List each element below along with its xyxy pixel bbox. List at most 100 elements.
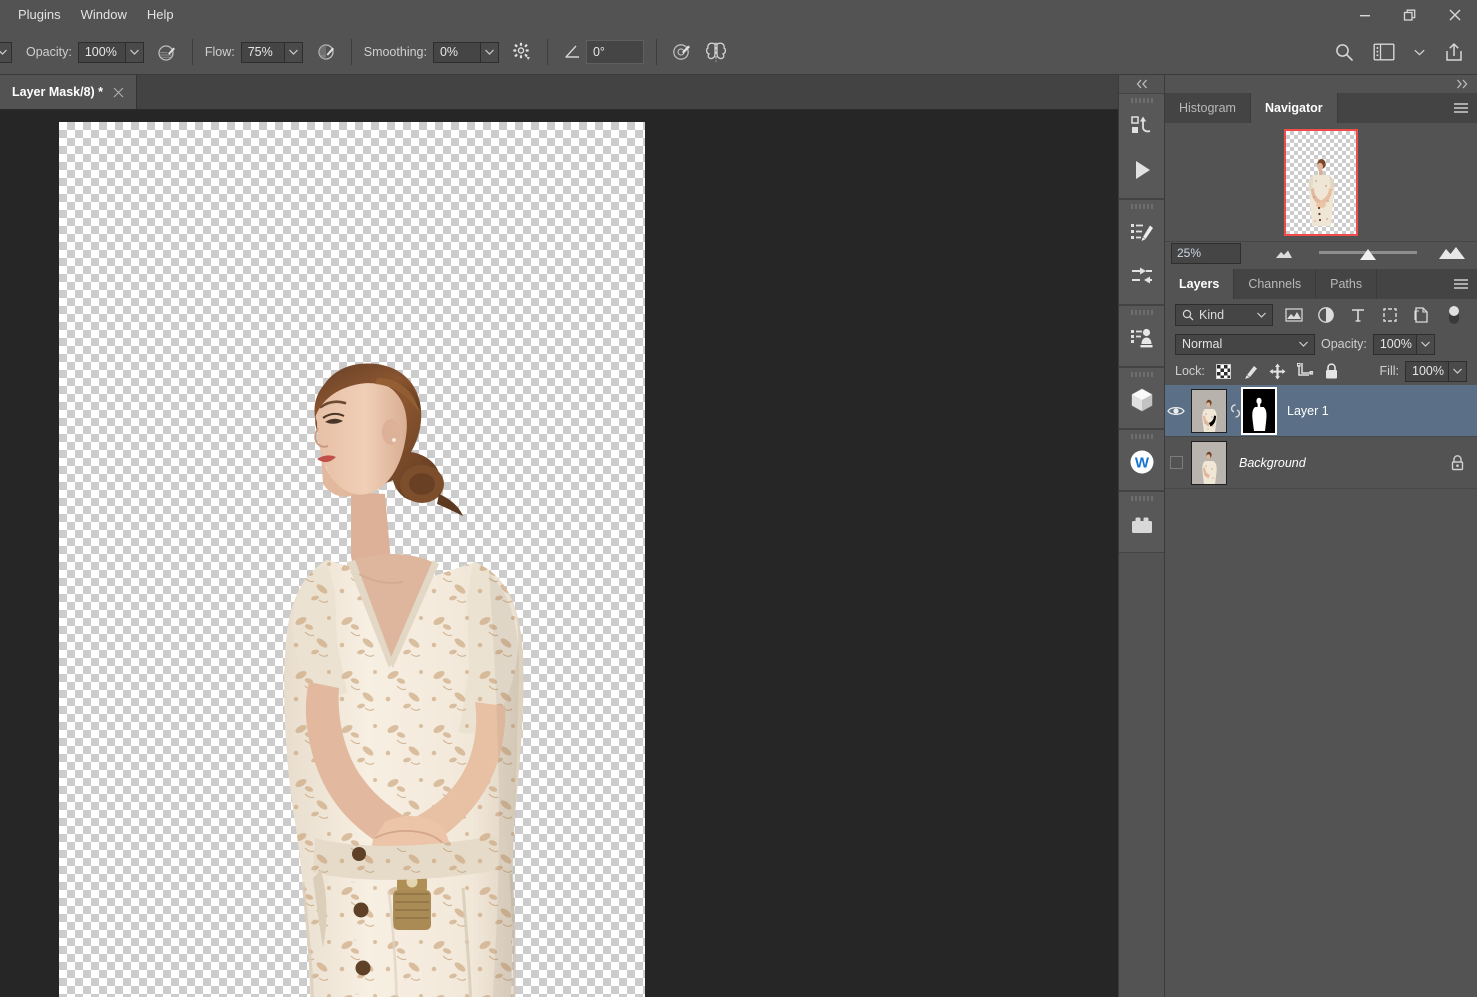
lock-position-icon[interactable]: [1267, 360, 1289, 382]
brush-preset-combo-partial[interactable]: [0, 42, 12, 63]
menu-item-help[interactable]: Help: [137, 3, 184, 27]
layer-name[interactable]: Background: [1239, 456, 1450, 470]
filter-adjustment-icon[interactable]: [1313, 303, 1339, 327]
angle-input[interactable]: 0°: [586, 40, 644, 64]
opacity-input[interactable]: 100%: [78, 42, 126, 63]
chevron-down-icon[interactable]: [285, 42, 303, 63]
chevron-down-icon[interactable]: [1417, 334, 1435, 355]
adjustments-icon[interactable]: [1119, 254, 1164, 298]
airbrush-icon[interactable]: [313, 39, 339, 65]
filter-shape-icon[interactable]: [1377, 303, 1403, 327]
chevron-down-icon[interactable]: [481, 42, 499, 63]
layer-visibility-toggle[interactable]: [1165, 405, 1187, 417]
play-action-icon[interactable]: [1119, 148, 1164, 192]
tab-layers[interactable]: Layers: [1165, 269, 1234, 299]
rail-group-3d: [1119, 367, 1164, 429]
chevron-down-icon[interactable]: [1411, 39, 1427, 65]
layer-thumbnail[interactable]: [1191, 389, 1227, 433]
eye-off-icon: [1170, 456, 1183, 469]
brush-angle-icon[interactable]: [560, 39, 586, 65]
layer-mask-link-icon[interactable]: [1227, 402, 1243, 420]
menu-bar: Plugins Window Help: [0, 0, 1477, 30]
zoom-in-icon[interactable]: [1437, 246, 1467, 260]
rail-grip[interactable]: [1119, 368, 1164, 378]
chevron-down-icon[interactable]: [1299, 341, 1308, 347]
zoom-level-input[interactable]: 25%: [1171, 243, 1241, 264]
zoom-out-icon[interactable]: [1273, 249, 1295, 259]
collapse-panels-button[interactable]: [1119, 75, 1164, 93]
chevron-down-icon[interactable]: [126, 42, 144, 63]
rail-grip[interactable]: [1119, 306, 1164, 316]
close-icon[interactable]: [113, 87, 124, 98]
search-icon[interactable]: [1331, 39, 1357, 65]
document-tab[interactable]: Layer Mask/8) *: [0, 75, 137, 109]
symmetry-butterfly-icon[interactable]: [703, 39, 729, 65]
3d-cube-icon[interactable]: [1119, 378, 1164, 422]
table-row[interactable]: Layer 1: [1165, 385, 1477, 437]
document-canvas[interactable]: [59, 122, 645, 997]
fill-input[interactable]: 100%: [1405, 361, 1449, 382]
layer-opacity-input[interactable]: 100%: [1373, 334, 1417, 355]
opacity-combo[interactable]: 100%: [78, 42, 144, 63]
flow-input[interactable]: 75%: [241, 42, 285, 63]
tab-navigator[interactable]: Navigator: [1251, 93, 1338, 123]
lock-all-icon[interactable]: [1321, 360, 1343, 382]
tab-channels[interactable]: Channels: [1234, 269, 1316, 299]
layer-locked-icon[interactable]: [1450, 454, 1465, 471]
zoom-slider[interactable]: [1259, 242, 1477, 266]
blend-mode-select[interactable]: Normal: [1175, 334, 1315, 355]
filter-smart-object-icon[interactable]: [1409, 303, 1435, 327]
workspace-panel-icon[interactable]: [1371, 39, 1397, 65]
layer-opacity-combo[interactable]: 100%: [1373, 334, 1435, 355]
tablet-pressure-icon[interactable]: [669, 39, 695, 65]
chevron-down-icon[interactable]: [1449, 361, 1467, 382]
menu-item-plugins[interactable]: Plugins: [8, 3, 71, 27]
chevron-down-icon[interactable]: [1257, 312, 1266, 318]
filter-toggle-icon[interactable]: [1441, 303, 1467, 327]
menu-item-window[interactable]: Window: [71, 3, 137, 27]
layer-kind-filter[interactable]: Kind: [1175, 304, 1273, 326]
layer-thumbnail[interactable]: [1191, 441, 1227, 485]
tab-histogram[interactable]: Histogram: [1165, 93, 1251, 123]
flow-combo[interactable]: 75%: [241, 42, 303, 63]
close-button[interactable]: [1432, 0, 1477, 30]
restore-button[interactable]: [1387, 0, 1432, 30]
libraries-icon[interactable]: [1119, 502, 1164, 546]
rail-grip[interactable]: [1119, 430, 1164, 440]
rail-grip[interactable]: [1119, 492, 1164, 502]
wacom-w-icon[interactable]: W: [1119, 440, 1164, 484]
lock-image-pixels-icon[interactable]: [1240, 360, 1262, 382]
navigator-preview[interactable]: [1165, 123, 1477, 241]
navigator-thumbnail: [1286, 131, 1356, 234]
expand-panels-button[interactable]: [1165, 75, 1477, 93]
svg-text:W: W: [1134, 455, 1149, 472]
clone-source-icon[interactable]: [1119, 316, 1164, 360]
opacity-label: Opacity:: [26, 45, 72, 59]
fill-combo[interactable]: 100%: [1405, 361, 1467, 382]
rail-grip[interactable]: [1119, 200, 1164, 210]
canvas-area[interactable]: [0, 110, 1118, 997]
rail-group-history: [1119, 93, 1164, 199]
smoothing-input[interactable]: 0%: [433, 42, 481, 63]
filter-pixel-icon[interactable]: [1281, 303, 1307, 327]
rail-grip[interactable]: [1119, 94, 1164, 104]
tab-paths[interactable]: Paths: [1316, 269, 1377, 299]
navigator-panel-menu-icon[interactable]: [1453, 93, 1469, 123]
brush-settings-icon[interactable]: [1119, 210, 1164, 254]
lock-row: Lock:: [1165, 357, 1477, 385]
smoothing-combo[interactable]: 0%: [433, 42, 499, 63]
filter-type-icon[interactable]: [1345, 303, 1371, 327]
layer-name[interactable]: Layer 1: [1287, 404, 1477, 418]
opacity-pressure-icon[interactable]: [154, 39, 180, 65]
lock-artboard-nesting-icon[interactable]: [1294, 360, 1316, 382]
layer-mask-thumbnail[interactable]: [1243, 389, 1275, 433]
layers-panel-menu-icon[interactable]: [1453, 269, 1469, 299]
minimize-button[interactable]: [1342, 0, 1387, 30]
zoom-slider-handle[interactable]: [1359, 248, 1377, 261]
history-actions-icon[interactable]: [1119, 104, 1164, 148]
share-export-icon[interactable]: [1441, 39, 1467, 65]
smoothing-options-gear-icon[interactable]: [509, 39, 535, 65]
lock-transparent-pixels-icon[interactable]: [1213, 360, 1235, 382]
layer-visibility-toggle[interactable]: [1165, 456, 1187, 469]
table-row[interactable]: Background: [1165, 437, 1477, 489]
